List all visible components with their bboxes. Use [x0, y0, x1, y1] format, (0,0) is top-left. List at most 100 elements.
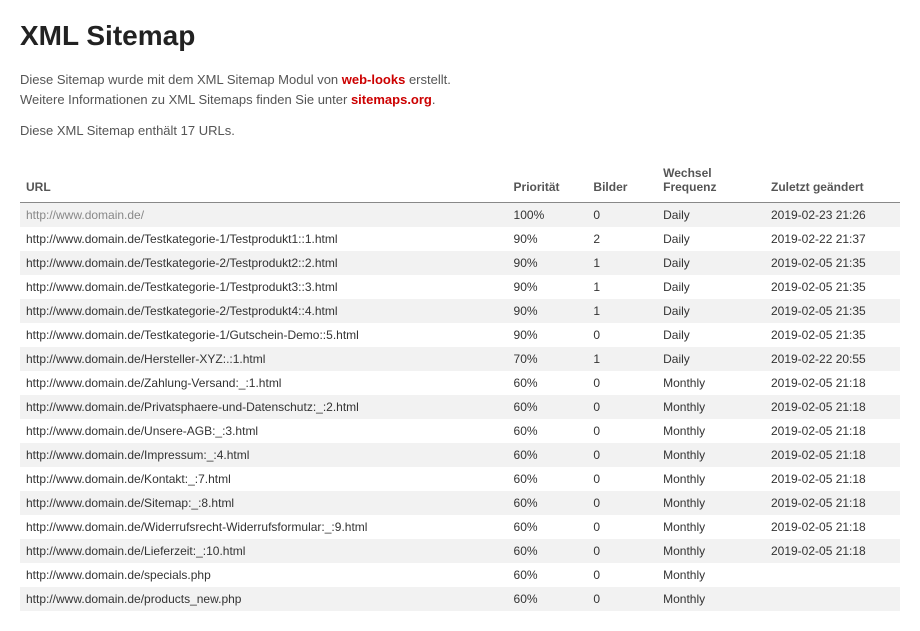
table-row: http://www.domain.de/Unsere-AGB:_:3.html…: [20, 419, 900, 443]
table-row: http://www.domain.de/Widerrufsrecht-Wide…: [20, 515, 900, 539]
cell-frequency: Daily: [657, 275, 765, 299]
cell-frequency: Daily: [657, 203, 765, 228]
cell-priority: 90%: [508, 299, 588, 323]
page-title: XML Sitemap: [20, 20, 900, 52]
cell-url: http://www.domain.de/Zahlung-Versand:_:1…: [20, 371, 508, 395]
cell-url: http://www.domain.de/products_new.php: [20, 587, 508, 611]
cell-url: http://www.domain.de/Sitemap:_:8.html: [20, 491, 508, 515]
cell-frequency: Daily: [657, 251, 765, 275]
cell-frequency: Daily: [657, 323, 765, 347]
sitemap-url-link[interactable]: http://www.domain.de/Privatsphaere-und-D…: [26, 400, 359, 414]
cell-changed: 2019-02-05 21:18: [765, 419, 900, 443]
cell-priority: 100%: [508, 203, 588, 228]
header-bilder: Bilder: [587, 160, 657, 203]
cell-bilder: 0: [587, 371, 657, 395]
cell-priority: 60%: [508, 515, 588, 539]
cell-frequency: Monthly: [657, 515, 765, 539]
cell-bilder: 1: [587, 251, 657, 275]
intro-line2-pre: Weitere Informationen zu XML Sitemaps fi…: [20, 92, 351, 107]
cell-frequency: Monthly: [657, 563, 765, 587]
sitemap-url-link[interactable]: http://www.domain.de/Testkategorie-1/Tes…: [26, 280, 338, 294]
sitemap-table: URL Priorität Bilder Wechsel Frequenz Zu…: [20, 160, 900, 611]
cell-changed: [765, 563, 900, 587]
table-row: http://www.domain.de/Lieferzeit:_:10.htm…: [20, 539, 900, 563]
sitemap-url-link[interactable]: http://www.domain.de/specials.php: [26, 568, 211, 582]
cell-url: http://www.domain.de/specials.php: [20, 563, 508, 587]
cell-bilder: 0: [587, 443, 657, 467]
header-frequency: Wechsel Frequenz: [657, 160, 765, 203]
cell-changed: 2019-02-05 21:18: [765, 515, 900, 539]
cell-frequency: Monthly: [657, 443, 765, 467]
cell-frequency: Monthly: [657, 467, 765, 491]
cell-bilder: 1: [587, 299, 657, 323]
cell-priority: 90%: [508, 227, 588, 251]
table-row: http://www.domain.de/Testkategorie-1/Tes…: [20, 275, 900, 299]
cell-changed: 2019-02-05 21:18: [765, 467, 900, 491]
sitemap-url-link[interactable]: http://www.domain.de/Kontakt:_:7.html: [26, 472, 231, 486]
cell-priority: 60%: [508, 563, 588, 587]
table-row: http://www.domain.de/Testkategorie-2/Tes…: [20, 299, 900, 323]
cell-bilder: 0: [587, 563, 657, 587]
intro-line1-pre: Diese Sitemap wurde mit dem XML Sitemap …: [20, 72, 342, 87]
cell-bilder: 1: [587, 347, 657, 371]
web-looks-link[interactable]: web-looks: [342, 72, 406, 87]
cell-changed: [765, 587, 900, 611]
cell-bilder: 0: [587, 395, 657, 419]
table-header-row: URL Priorität Bilder Wechsel Frequenz Zu…: [20, 160, 900, 203]
table-row: http://www.domain.de/Sitemap:_:8.html 60%…: [20, 491, 900, 515]
cell-url: http://www.domain.de/Privatsphaere-und-D…: [20, 395, 508, 419]
sitemap-url-link[interactable]: http://www.domain.de/Hersteller-XYZ:.:1.…: [26, 352, 265, 366]
sitemap-url-link[interactable]: http://www.domain.de/: [26, 208, 144, 222]
header-priority: Priorität: [508, 160, 588, 203]
cell-frequency: Daily: [657, 299, 765, 323]
cell-frequency: Monthly: [657, 587, 765, 611]
sitemaps-org-link[interactable]: sitemaps.org: [351, 92, 432, 107]
table-row: http://www.domain.de/Testkategorie-1/Gut…: [20, 323, 900, 347]
cell-url: http://www.domain.de/Testkategorie-1/Gut…: [20, 323, 508, 347]
cell-priority: 60%: [508, 539, 588, 563]
table-row: http://www.domain.de/Zahlung-Versand:_:1…: [20, 371, 900, 395]
cell-bilder: 0: [587, 203, 657, 228]
cell-bilder: 0: [587, 467, 657, 491]
cell-changed: 2019-02-05 21:18: [765, 443, 900, 467]
table-row: http://www.domain.de/Testkategorie-1/Tes…: [20, 227, 900, 251]
cell-url: http://www.domain.de/: [20, 203, 508, 228]
sitemap-url-link[interactable]: http://www.domain.de/Impressum:_:4.html: [26, 448, 249, 462]
cell-bilder: 0: [587, 323, 657, 347]
sitemap-url-link[interactable]: http://www.domain.de/Sitemap:_:8.html: [26, 496, 234, 510]
intro-text: Diese Sitemap wurde mit dem XML Sitemap …: [20, 70, 900, 109]
cell-url: http://www.domain.de/Testkategorie-2/Tes…: [20, 299, 508, 323]
cell-bilder: 0: [587, 515, 657, 539]
cell-changed: 2019-02-05 21:35: [765, 275, 900, 299]
table-row: http://www.domain.de/Hersteller-XYZ:.:1.…: [20, 347, 900, 371]
cell-url: http://www.domain.de/Testkategorie-2/Tes…: [20, 251, 508, 275]
cell-priority: 60%: [508, 491, 588, 515]
sitemap-url-link[interactable]: http://www.domain.de/Testkategorie-1/Gut…: [26, 328, 359, 342]
table-row: http://www.domain.de/Kontakt:_:7.html60%…: [20, 467, 900, 491]
sitemap-url-link[interactable]: http://www.domain.de/products_new.php: [26, 592, 241, 606]
cell-frequency: Monthly: [657, 371, 765, 395]
cell-bilder: 1: [587, 275, 657, 299]
sitemap-url-link[interactable]: http://www.domain.de/Widerrufsrecht-Wide…: [26, 520, 367, 534]
sitemap-url-link[interactable]: http://www.domain.de/Unsere-AGB:_:3.html: [26, 424, 258, 438]
sitemap-url-link[interactable]: http://www.domain.de/Zahlung-Versand:_:1…: [26, 376, 281, 390]
cell-url: http://www.domain.de/Testkategorie-1/Tes…: [20, 275, 508, 299]
cell-priority: 60%: [508, 371, 588, 395]
cell-url: http://www.domain.de/Lieferzeit:_:10.htm…: [20, 539, 508, 563]
sitemap-url-link[interactable]: http://www.domain.de/Testkategorie-2/Tes…: [26, 304, 338, 318]
table-row: http://www.domain.de/Impressum:_:4.html6…: [20, 443, 900, 467]
sitemap-url-link[interactable]: http://www.domain.de/Lieferzeit:_:10.htm…: [26, 544, 245, 558]
cell-frequency: Daily: [657, 347, 765, 371]
cell-bilder: 0: [587, 491, 657, 515]
cell-priority: 90%: [508, 275, 588, 299]
cell-changed: 2019-02-05 21:18: [765, 395, 900, 419]
table-body: http://www.domain.de/100%0Daily2019-02-2…: [20, 203, 900, 612]
sitemap-url-link[interactable]: http://www.domain.de/Testkategorie-1/Tes…: [26, 232, 338, 246]
sitemap-url-link[interactable]: http://www.domain.de/Testkategorie-2/Tes…: [26, 256, 338, 270]
cell-priority: 60%: [508, 395, 588, 419]
url-count-text: Diese XML Sitemap enthält 17 URLs.: [20, 123, 900, 138]
cell-frequency: Monthly: [657, 419, 765, 443]
cell-changed: 2019-02-05 21:35: [765, 299, 900, 323]
cell-priority: 90%: [508, 251, 588, 275]
cell-bilder: 0: [587, 539, 657, 563]
